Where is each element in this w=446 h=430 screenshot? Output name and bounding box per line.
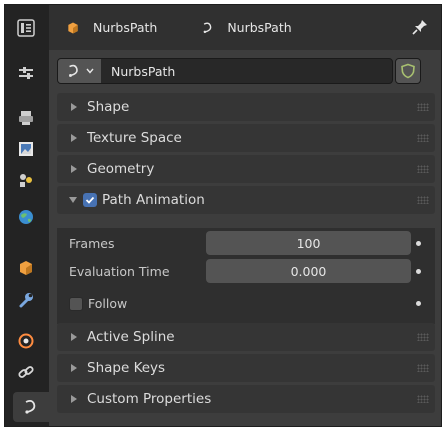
tab-constraints[interactable] bbox=[10, 357, 42, 387]
path-animation-body: Frames 100 Evaluation Time 0.000 Follow bbox=[57, 228, 435, 324]
properties-tab-bar bbox=[5, 5, 49, 426]
properties-header: NurbsPath NurbsPath bbox=[49, 5, 441, 50]
wrench-icon bbox=[19, 293, 33, 308]
keyframe-dot-icon[interactable] bbox=[416, 241, 421, 246]
panel-shape[interactable]: Shape bbox=[57, 93, 435, 121]
tab-physics[interactable] bbox=[10, 326, 42, 356]
tab-object[interactable] bbox=[10, 253, 42, 283]
breadcrumb-object-name: NurbsPath bbox=[93, 20, 158, 35]
browse-datablock-button[interactable] bbox=[58, 59, 101, 83]
keyframe-dot-icon[interactable] bbox=[416, 269, 421, 274]
drag-grip-icon[interactable] bbox=[417, 395, 429, 403]
datablock-selector-row: NurbsPath bbox=[57, 57, 435, 85]
tab-view-layer[interactable] bbox=[10, 165, 42, 195]
world-icon bbox=[19, 210, 33, 224]
expand-arrow-icon bbox=[71, 395, 77, 403]
drag-grip-icon[interactable] bbox=[417, 165, 429, 173]
breadcrumb-object: NurbsPath bbox=[66, 20, 157, 35]
collapse-arrow-icon bbox=[69, 197, 77, 203]
tab-world[interactable] bbox=[10, 202, 42, 232]
datablock-selector[interactable]: NurbsPath bbox=[57, 58, 393, 84]
panel-active-spline[interactable]: Active Spline bbox=[57, 323, 435, 351]
pin-icon bbox=[412, 20, 427, 35]
breadcrumb-data-name: NurbsPath bbox=[227, 20, 292, 35]
follow-checkbox[interactable] bbox=[69, 296, 83, 311]
properties-editor-icon bbox=[17, 19, 35, 37]
evaluation-time-label: Evaluation Time bbox=[69, 264, 170, 279]
expand-arrow-icon bbox=[71, 165, 77, 173]
object-icon bbox=[20, 261, 32, 275]
view-layer-icon bbox=[20, 174, 32, 187]
tab-modifiers[interactable] bbox=[10, 285, 42, 315]
curve-data-icon bbox=[25, 399, 36, 414]
drag-grip-icon[interactable] bbox=[417, 134, 429, 142]
drag-grip-icon[interactable] bbox=[417, 103, 429, 111]
panel-texture-space[interactable]: Texture Space bbox=[57, 124, 435, 152]
panel-custom-properties-title: Custom Properties bbox=[87, 391, 212, 407]
tab-curve-data[interactable] bbox=[13, 392, 49, 422]
panel-geometry-title: Geometry bbox=[87, 161, 155, 177]
object-icon bbox=[68, 22, 78, 33]
frames-field[interactable]: 100 bbox=[206, 231, 411, 255]
expand-arrow-icon bbox=[71, 134, 77, 142]
tab-tool[interactable] bbox=[10, 58, 42, 88]
properties-main: NurbsPath NurbsPath NurbsPath Shape Text… bbox=[49, 5, 441, 426]
panel-shape-keys-title: Shape Keys bbox=[87, 360, 166, 376]
tab-render[interactable] bbox=[10, 103, 42, 133]
output-icon bbox=[19, 142, 33, 156]
tool-icon bbox=[19, 67, 33, 79]
curve-data-icon bbox=[69, 64, 78, 77]
editor-type-button[interactable] bbox=[10, 13, 42, 43]
fake-user-button[interactable] bbox=[395, 58, 421, 84]
expand-arrow-icon bbox=[71, 333, 77, 341]
chevron-down-icon bbox=[86, 68, 94, 74]
panel-texture-space-title: Texture Space bbox=[87, 130, 182, 146]
panel-geometry[interactable]: Geometry bbox=[57, 155, 435, 183]
shield-icon bbox=[401, 63, 415, 79]
panel-custom-properties[interactable]: Custom Properties bbox=[57, 385, 435, 413]
follow-label: Follow bbox=[88, 296, 128, 311]
frames-label: Frames bbox=[69, 236, 115, 251]
expand-arrow-icon bbox=[71, 103, 77, 111]
panel-shape-keys[interactable]: Shape Keys bbox=[57, 354, 435, 382]
drag-grip-icon[interactable] bbox=[417, 196, 429, 204]
evaluation-time-field[interactable]: 0.000 bbox=[206, 259, 411, 283]
path-animation-checkbox[interactable] bbox=[83, 193, 97, 207]
panel-shape-title: Shape bbox=[87, 99, 130, 115]
follow-toggle[interactable]: Follow bbox=[69, 296, 127, 311]
keyframe-dot-icon[interactable] bbox=[416, 301, 421, 306]
physics-icon bbox=[18, 333, 34, 349]
expand-arrow-icon bbox=[71, 364, 77, 372]
constraint-icon bbox=[18, 366, 34, 378]
properties-editor: NurbsPath NurbsPath NurbsPath Shape Text… bbox=[4, 4, 442, 427]
render-icon bbox=[19, 111, 33, 125]
panel-path-animation-title: Path Animation bbox=[102, 192, 205, 208]
pin-button[interactable] bbox=[411, 18, 429, 40]
drag-grip-icon[interactable] bbox=[417, 364, 429, 372]
panel-active-spline-title: Active Spline bbox=[87, 329, 175, 345]
drag-grip-icon[interactable] bbox=[417, 333, 429, 341]
breadcrumb-data: NurbsPath bbox=[201, 20, 292, 35]
curve-data-icon bbox=[203, 22, 212, 33]
datablock-name[interactable]: NurbsPath bbox=[101, 64, 175, 79]
panel-path-animation[interactable]: Path Animation bbox=[57, 186, 435, 214]
checkmark-icon bbox=[85, 196, 95, 204]
tab-output[interactable] bbox=[10, 134, 42, 164]
